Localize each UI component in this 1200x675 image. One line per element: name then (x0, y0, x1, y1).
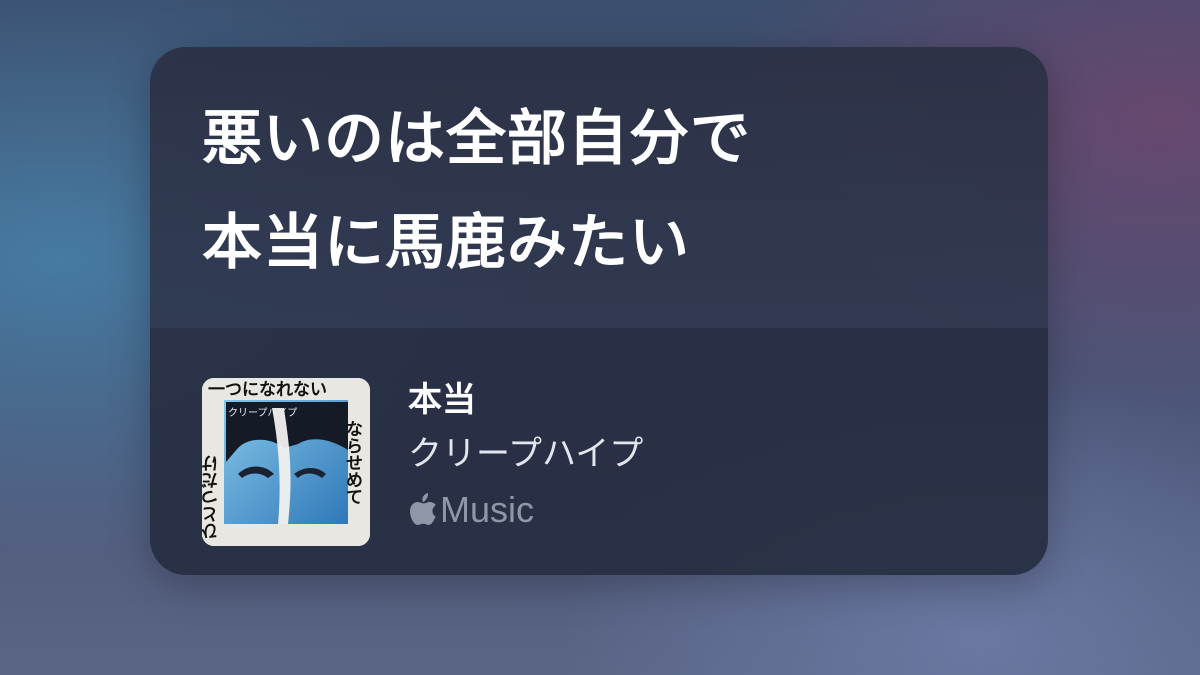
artwork-text-right: ならせめて (342, 420, 363, 505)
artist-name[interactable]: クリープハイプ (408, 434, 643, 474)
album-artwork-image: 一つになれない ならせめて ひとつだけ クリープハイプ (202, 378, 370, 546)
lyric-line-1: 悪いのは全部自分で (202, 104, 751, 174)
apple-music-badge[interactable]: Music (408, 488, 534, 532)
lyric-line-2: 本当に馬鹿みたい (202, 208, 690, 278)
apple-logo-icon (410, 493, 436, 525)
song-title[interactable]: 本当 (408, 380, 476, 420)
service-name: Music (440, 489, 535, 530)
lyrics-section: 悪いのは全部自分で 本当に馬鹿みたい (150, 47, 1048, 328)
lyrics-share-card[interactable]: 悪いのは全部自分で 本当に馬鹿みたい 一つになれない ならせめて ひとつだけ ク… (150, 47, 1048, 575)
artwork-text-left: ひとつだけ (202, 455, 222, 540)
artwork-band-name: クリープハイプ (228, 407, 297, 419)
artwork-text-top: 一つになれない (208, 380, 327, 400)
track-section[interactable]: 一つになれない ならせめて ひとつだけ クリープハイプ 本当 クリープハイプ M… (150, 328, 1048, 575)
album-artwork[interactable]: 一つになれない ならせめて ひとつだけ クリープハイプ (202, 378, 370, 546)
